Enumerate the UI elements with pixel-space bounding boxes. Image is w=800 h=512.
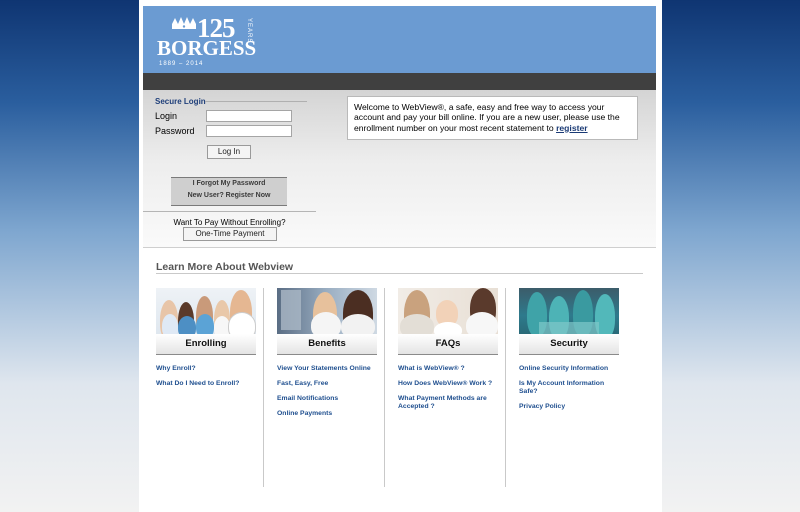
- faqs-caption: FAQs: [398, 334, 498, 355]
- online-payments-link[interactable]: Online Payments: [277, 410, 377, 418]
- enrolling-caption: Enrolling: [156, 334, 256, 355]
- doctors-group-image: [156, 288, 256, 334]
- nav-bar: [143, 73, 656, 90]
- online-security-link[interactable]: Online Security Information: [519, 365, 619, 373]
- fast-easy-free-link[interactable]: Fast, Easy, Free: [277, 380, 377, 388]
- payment-methods-link[interactable]: What Payment Methods are Accepted ?: [398, 395, 498, 411]
- column-divider: [263, 288, 264, 487]
- one-time-payment-button[interactable]: One-Time Payment: [183, 227, 277, 241]
- crown-icon: [172, 17, 196, 29]
- login-area: Secure Login Login Password Log In I For…: [143, 90, 656, 247]
- login-divider: [143, 211, 316, 212]
- what-do-i-need-link[interactable]: What Do I Need to Enroll?: [156, 380, 256, 388]
- secure-login-title: Secure Login: [155, 97, 206, 106]
- logo-name: BORGESS: [157, 36, 257, 60]
- how-does-webview-work-link[interactable]: How Does WebView® Work ?: [398, 380, 498, 388]
- email-notifications-link[interactable]: Email Notifications: [277, 395, 377, 403]
- login-input[interactable]: [206, 110, 292, 122]
- column-divider: [384, 288, 385, 487]
- benefits-section: Benefits View Your Statements Online Fas…: [277, 288, 377, 418]
- security-caption: Security: [519, 334, 619, 355]
- doctors-xray-image: [277, 288, 377, 334]
- password-label: Password: [155, 126, 195, 136]
- why-enroll-link[interactable]: Why Enroll?: [156, 365, 256, 373]
- forgot-password-link[interactable]: I Forgot My Password: [171, 178, 287, 190]
- account-help-box: I Forgot My Password New User? Register …: [171, 177, 287, 206]
- account-info-safe-link[interactable]: Is My Account Information Safe?: [519, 380, 619, 396]
- borgess-logo[interactable]: 125 YEARS BORGESS 1889 – 2014: [157, 15, 257, 68]
- learn-more-heading: Learn More About Webview: [156, 261, 294, 273]
- register-now-link[interactable]: New User? Register Now: [171, 190, 287, 202]
- learn-more-underline: [156, 273, 643, 274]
- enrolling-section: Enrolling Why Enroll? What Do I Need to …: [156, 288, 256, 388]
- what-is-webview-link[interactable]: What is WebView® ?: [398, 365, 498, 373]
- page-container: 125 YEARS BORGESS 1889 – 2014 Secure Log…: [139, 0, 662, 512]
- view-statements-link[interactable]: View Your Statements Online: [277, 365, 377, 373]
- security-section: Security Online Security Information Is …: [519, 288, 619, 411]
- login-button[interactable]: Log In: [207, 145, 251, 159]
- column-divider: [505, 288, 506, 487]
- title-divider: [205, 101, 307, 102]
- section-divider: [143, 247, 656, 248]
- faqs-section: FAQs What is WebView® ? How Does WebView…: [398, 288, 498, 411]
- privacy-policy-link[interactable]: Privacy Policy: [519, 403, 619, 411]
- welcome-message: Welcome to WebView®, a safe, easy and fr…: [347, 96, 638, 140]
- baby-checkup-image: [398, 288, 498, 334]
- surgery-team-image: [519, 288, 619, 334]
- password-input[interactable]: [206, 125, 292, 137]
- register-link[interactable]: register: [556, 123, 588, 133]
- pay-without-enrolling-text: Want To Pay Without Enrolling?: [173, 218, 286, 227]
- site-header: 125 YEARS BORGESS 1889 – 2014: [143, 6, 656, 73]
- login-label: Login: [155, 111, 178, 121]
- logo-year-range: 1889 – 2014: [159, 61, 204, 67]
- benefits-caption: Benefits: [277, 334, 377, 355]
